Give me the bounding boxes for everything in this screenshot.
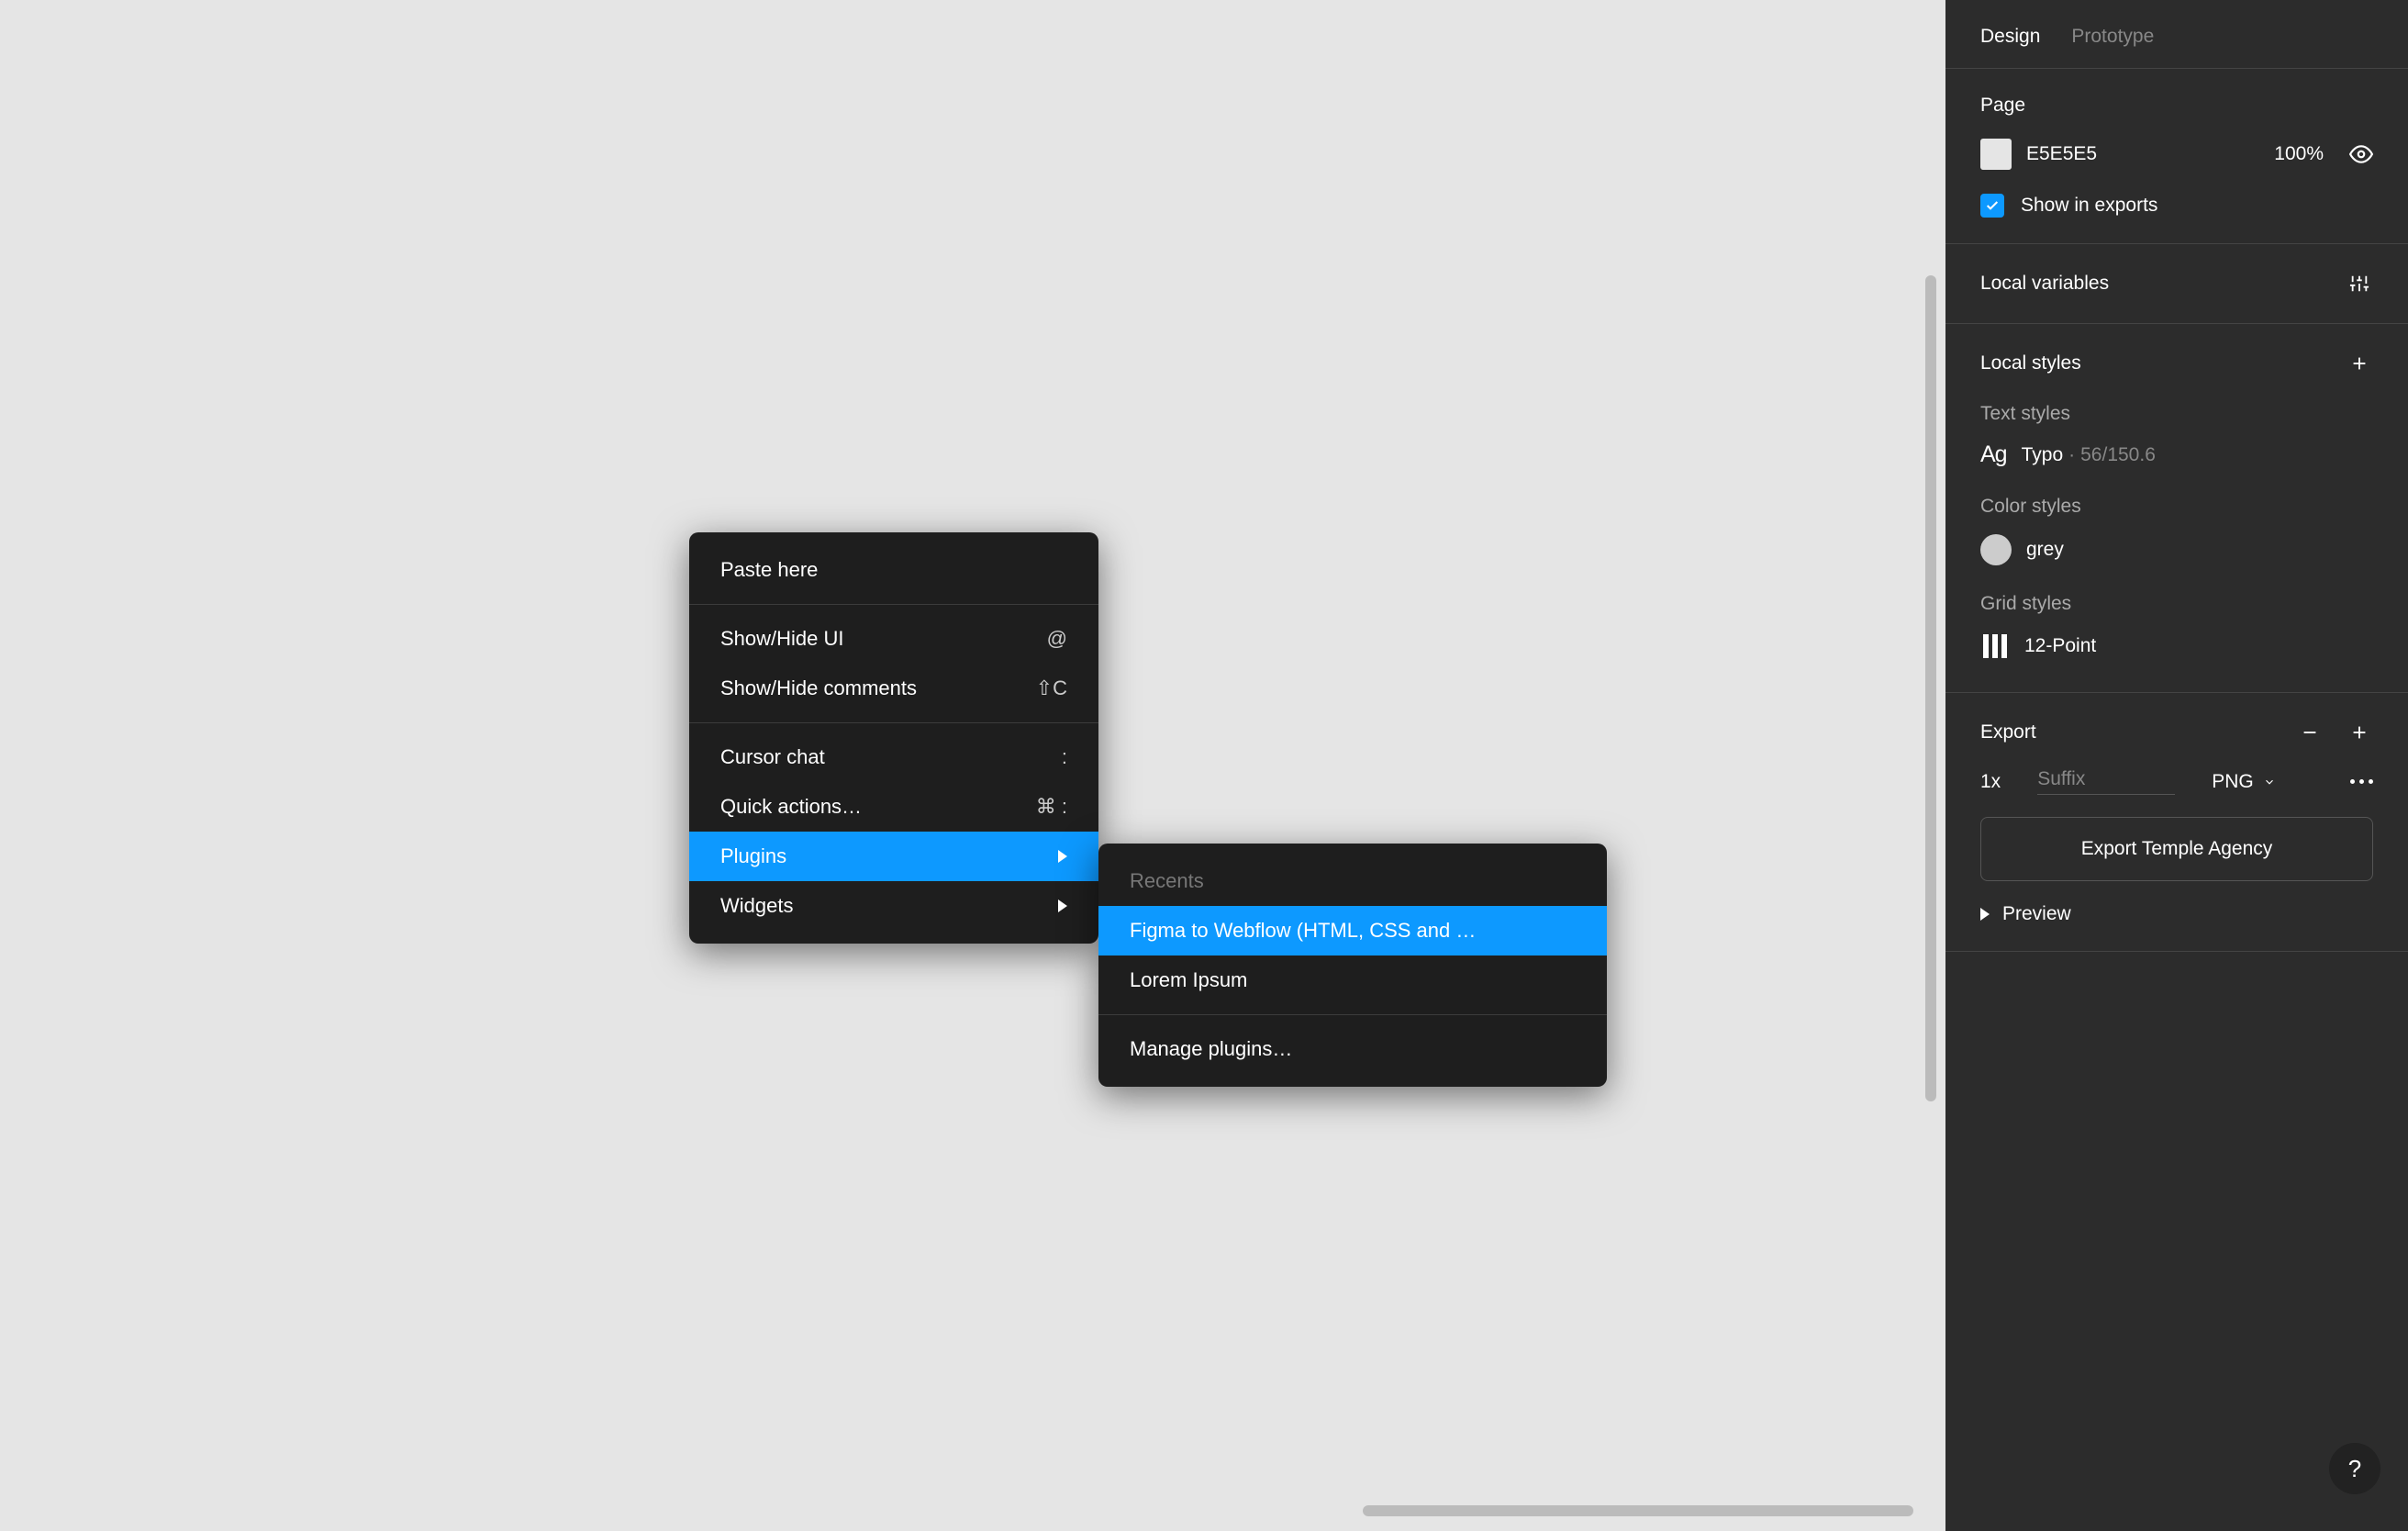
separator: ·: [2068, 444, 2075, 466]
preview-toggle[interactable]: Preview: [1980, 903, 2373, 925]
chevron-right-icon: [1058, 900, 1067, 912]
export-format-select[interactable]: PNG: [2212, 771, 2276, 793]
plus-icon[interactable]: [2346, 719, 2373, 746]
text-style-icon: Ag: [1980, 441, 2007, 468]
page-color-swatch[interactable]: [1980, 139, 2012, 170]
text-style-name: Typo: [2022, 444, 2064, 466]
submenu-figma-to-webflow[interactable]: Figma to Webflow (HTML, CSS and …: [1098, 906, 1607, 955]
submenu-manage-plugins[interactable]: Manage plugins…: [1098, 1024, 1607, 1074]
export-section: Export 1x PNG Export Temple Agency Previ: [1945, 693, 2408, 952]
color-styles-title: Color styles: [1980, 496, 2373, 518]
grid-style-name: 12-Point: [2024, 635, 2096, 657]
eye-icon[interactable]: [2349, 142, 2373, 166]
export-button[interactable]: Export Temple Agency: [1980, 817, 2373, 881]
panel-tabs: Design Prototype: [1945, 0, 2408, 69]
menu-show-hide-ui[interactable]: Show/Hide UI @: [689, 614, 1098, 664]
menu-paste-here[interactable]: Paste here: [689, 545, 1098, 595]
grid-styles-title: Grid styles: [1980, 593, 2373, 615]
scrollbar-horizontal[interactable]: [1363, 1505, 1913, 1516]
menu-shortcut: :: [1062, 745, 1067, 769]
submenu-recents-header: Recents: [1098, 856, 1607, 906]
menu-plugins[interactable]: Plugins: [689, 832, 1098, 881]
menu-label: Figma to Webflow (HTML, CSS and …: [1130, 919, 1476, 943]
submenu-lorem-ipsum[interactable]: Lorem Ipsum: [1098, 955, 1607, 1005]
plus-icon[interactable]: [2346, 350, 2373, 377]
local-variables-title: Local variables: [1980, 273, 2109, 295]
more-icon[interactable]: [2350, 779, 2373, 784]
plugins-submenu: Recents Figma to Webflow (HTML, CSS and …: [1098, 844, 1607, 1087]
page-color-value[interactable]: E5E5E5: [2026, 143, 2259, 165]
grid-icon: [1980, 631, 2010, 661]
menu-divider: [689, 722, 1098, 723]
menu-label: Cursor chat: [720, 745, 825, 769]
menu-shortcut: ⇧C: [1036, 676, 1067, 700]
menu-label: Manage plugins…: [1130, 1037, 1292, 1061]
text-style-row[interactable]: Ag Typo · 56/150.6: [1980, 441, 2373, 468]
local-styles-section: Local styles Text styles Ag Typo · 56/15…: [1945, 324, 2408, 693]
context-menu: Paste here Show/Hide UI @ Show/Hide comm…: [689, 532, 1098, 944]
page-title: Page: [1980, 95, 2373, 117]
menu-cursor-chat[interactable]: Cursor chat :: [689, 732, 1098, 782]
menu-quick-actions[interactable]: Quick actions… ⌘ :: [689, 782, 1098, 832]
menu-divider: [689, 604, 1098, 605]
chevron-right-icon: [1980, 908, 1990, 921]
export-format-value: PNG: [2212, 771, 2254, 793]
grid-style-row[interactable]: 12-Point: [1980, 631, 2373, 661]
menu-label: Lorem Ipsum: [1130, 968, 1247, 992]
menu-shortcut: @: [1047, 627, 1067, 651]
tab-prototype[interactable]: Prototype: [2071, 26, 2154, 48]
menu-label: Paste here: [720, 558, 818, 582]
properties-panel: Design Prototype Page E5E5E5 100% Show i…: [1945, 0, 2408, 1531]
minus-icon[interactable]: [2296, 719, 2324, 746]
help-icon: ?: [2348, 1455, 2361, 1483]
export-scale[interactable]: 1x: [1980, 771, 2001, 793]
sliders-icon[interactable]: [2346, 270, 2373, 297]
menu-shortcut: ⌘ :: [1036, 795, 1067, 819]
local-styles-title: Local styles: [1980, 352, 2081, 374]
menu-widgets[interactable]: Widgets: [689, 881, 1098, 931]
chevron-right-icon: [1058, 850, 1067, 863]
color-swatch-icon: [1980, 534, 2012, 565]
chevron-down-icon: [2263, 776, 2276, 788]
text-styles-title: Text styles: [1980, 403, 2373, 425]
export-suffix-input[interactable]: [2037, 768, 2175, 795]
help-button[interactable]: ?: [2329, 1443, 2380, 1494]
text-style-meta: 56/150.6: [2080, 444, 2156, 466]
scrollbar-vertical[interactable]: [1925, 275, 1936, 1101]
menu-label: Widgets: [720, 894, 793, 918]
menu-divider: [1098, 1014, 1607, 1015]
show-in-exports-label: Show in exports: [2021, 195, 2157, 217]
page-opacity-value[interactable]: 100%: [2274, 143, 2324, 165]
preview-label: Preview: [2002, 903, 2071, 925]
menu-label: Recents: [1130, 869, 1204, 893]
page-section: Page E5E5E5 100% Show in exports: [1945, 69, 2408, 244]
color-style-row[interactable]: grey: [1980, 534, 2373, 565]
menu-label: Show/Hide UI: [720, 627, 844, 651]
tab-design[interactable]: Design: [1980, 26, 2040, 48]
local-variables-section: Local variables: [1945, 244, 2408, 324]
menu-label: Plugins: [720, 844, 786, 868]
menu-label: Quick actions…: [720, 795, 862, 819]
export-title: Export: [1980, 721, 2036, 743]
menu-show-hide-comments[interactable]: Show/Hide comments ⇧C: [689, 664, 1098, 713]
show-in-exports-checkbox[interactable]: [1980, 194, 2004, 218]
color-style-name: grey: [2026, 539, 2064, 561]
menu-label: Show/Hide comments: [720, 676, 917, 700]
